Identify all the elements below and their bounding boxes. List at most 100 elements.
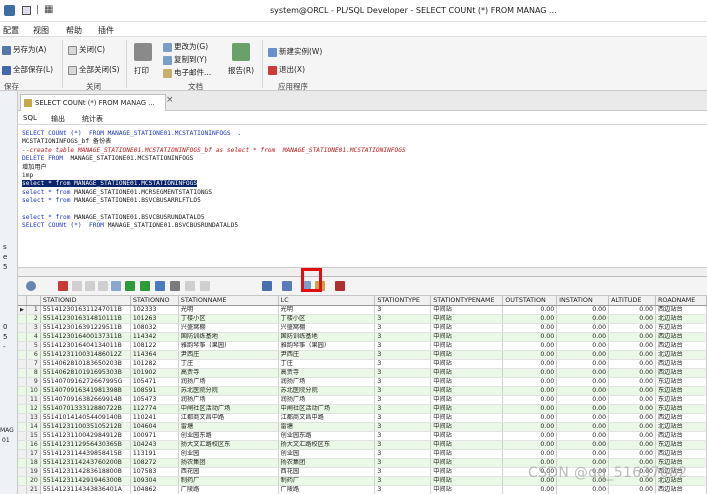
sql-editor[interactable]: SELECT COUNt (*) FROM MANAGE_STATIONE01.… — [18, 125, 707, 267]
table-cell[interactable]: 江都商文昌中路 — [278, 413, 376, 423]
table-cell[interactable]: 0.00 — [502, 440, 558, 450]
table-cell[interactable]: 扬农集团 — [278, 458, 376, 468]
row-selector[interactable] — [18, 332, 27, 342]
table-cell[interactable]: 0.00 — [556, 431, 610, 441]
table-cell[interactable]: 5514123112956430365B — [40, 440, 131, 450]
table-cell[interactable]: 114342 — [130, 332, 179, 342]
table-cell[interactable]: 5514062810183650203B — [40, 359, 131, 369]
table-cell[interactable]: 丁庄 — [278, 359, 376, 369]
table-cell[interactable]: 尹西庄 — [278, 350, 376, 360]
code-line[interactable]: SELECT COUNt (*) FROM MANAGE_STATIONE01.… — [22, 222, 238, 230]
fetch-next-icon[interactable] — [125, 281, 135, 291]
table-cell[interactable]: 中间站 — [430, 431, 504, 441]
table-row[interactable]: 5 5514123016404134011B 108122 雅韵琴筝（果园） 雅韵琴筝（… — [18, 341, 707, 351]
refresh-icon[interactable] — [155, 281, 165, 291]
table-cell[interactable]: 0.00 — [608, 395, 656, 405]
table-cell[interactable]: 0.00 — [556, 323, 610, 333]
table-row[interactable]: 11 5514070916382669914B 105473 润扬广场 润扬广场 3 中间站… — [18, 395, 707, 405]
print-button[interactable]: 打印 — [134, 65, 149, 76]
table-row[interactable]: 14 5514123110035105212B 104604 雷塘 雷塘 3 中间站 0.00… — [18, 422, 707, 432]
table-cell[interactable]: 113191 — [130, 449, 179, 459]
table-cell[interactable]: 润扬广场 — [178, 395, 279, 405]
table-cell[interactable]: 北边站台 — [655, 422, 707, 432]
table-cell[interactable]: 0.00 — [556, 386, 610, 396]
exit-button[interactable]: 退出(X) — [268, 64, 305, 75]
table-cell[interactable]: 5514123114291946300B — [40, 476, 131, 486]
table-cell[interactable]: 3 — [374, 323, 432, 333]
table-view-icon[interactable] — [335, 281, 345, 291]
row-selector[interactable] — [18, 386, 27, 396]
table-cell[interactable]: 3 — [374, 485, 432, 494]
table-cell[interactable]: 中间站 — [430, 350, 504, 360]
table-cell[interactable]: 广陵路 — [178, 485, 279, 494]
column-header[interactable]: STATIONTYPE — [374, 296, 432, 306]
table-cell[interactable]: 兴盛窝棚 — [178, 323, 279, 333]
row-selector[interactable] — [18, 467, 27, 477]
table-cell[interactable]: 0.00 — [608, 350, 656, 360]
row-selector[interactable] — [18, 449, 27, 459]
table-cell[interactable]: 3 — [374, 413, 432, 423]
table-cell[interactable]: 102333 — [130, 305, 179, 315]
table-cell[interactable]: 西边站台 — [655, 485, 707, 494]
table-cell[interactable]: 5514070133312880722B — [40, 404, 131, 414]
table-row[interactable]: 10 5514070916341981398B 108591 苏北医院分院 苏北医院分院… — [18, 386, 707, 396]
table-cell[interactable]: 0.00 — [556, 350, 610, 360]
row-selector[interactable] — [18, 377, 27, 387]
table-cell[interactable]: 中间站 — [430, 467, 504, 477]
table-cell[interactable]: 0.00 — [502, 323, 558, 333]
table-cell[interactable]: 110241 — [130, 413, 179, 423]
post-icon[interactable] — [98, 281, 108, 291]
table-cell[interactable]: 0.00 — [608, 341, 656, 351]
table-cell[interactable]: 0.00 — [556, 368, 610, 378]
table-row[interactable]: 6 5514123110031486012Z 114364 尹西庄 尹西庄 3 中间站 0.0… — [18, 350, 707, 360]
table-cell[interactable]: 0.00 — [502, 449, 558, 459]
table-cell[interactable]: 制药厂 — [278, 476, 376, 486]
add-row-icon[interactable] — [72, 281, 82, 291]
close-all-button[interactable]: 全部关闭(S) — [68, 64, 120, 75]
table-cell[interactable]: 3 — [374, 449, 432, 459]
table-cell[interactable]: 中间站 — [430, 440, 504, 450]
table-cell[interactable]: 扬大文汇路校区东 — [278, 440, 376, 450]
table-row[interactable]: 2 5514123016314810111B 101263 丁楼小区 丁楼小区 3 中间站 0… — [18, 314, 707, 324]
table-cell[interactable]: 0.00 — [502, 332, 558, 342]
table-cell[interactable]: 中间站 — [430, 386, 504, 396]
table-cell[interactable]: 东边站台 — [655, 377, 707, 387]
change-to-button[interactable]: 更改为(G) — [163, 41, 208, 52]
table-cell[interactable]: 3 — [374, 458, 432, 468]
clear-icon[interactable] — [185, 281, 195, 291]
table-cell[interactable]: 润扬广场 — [278, 377, 376, 387]
table-cell[interactable]: 丁楼小区 — [178, 314, 279, 324]
table-cell[interactable]: 0.00 — [608, 440, 656, 450]
table-cell[interactable]: 东边站台 — [655, 440, 707, 450]
table-cell[interactable]: 0.00 — [556, 422, 610, 432]
table-cell[interactable]: 3 — [374, 359, 432, 369]
column-header[interactable]: ROADNAME — [655, 296, 707, 306]
table-cell[interactable]: 101263 — [130, 314, 179, 324]
table-cell[interactable]: 0.00 — [556, 395, 610, 405]
table-cell[interactable]: 国防训练基地 — [278, 332, 376, 342]
table-cell[interactable]: 0.00 — [608, 332, 656, 342]
column-header[interactable]: STATIONNAME — [178, 296, 279, 306]
row-selector[interactable] — [18, 458, 27, 468]
table-cell[interactable]: 3 — [374, 305, 432, 315]
table-cell[interactable]: 润扬广场 — [178, 377, 279, 387]
table-cell[interactable]: 创业园东路 — [278, 431, 376, 441]
table-cell[interactable]: 西边站台 — [655, 449, 707, 459]
table-cell[interactable]: 扬大文汇路校区东 — [178, 440, 279, 450]
table-cell[interactable]: 0.00 — [502, 350, 558, 360]
table-cell[interactable]: 0.00 — [556, 404, 610, 414]
table-cell[interactable]: 0.00 — [502, 314, 558, 324]
table-cell[interactable]: 0.00 — [502, 404, 558, 414]
table-cell[interactable]: 西边站台 — [655, 431, 707, 441]
table-cell[interactable]: 雅韵琴筝（果园） — [178, 341, 279, 351]
table-cell[interactable]: 3 — [374, 395, 432, 405]
table-cell[interactable]: 中间站 — [430, 377, 504, 387]
close-tab-icon[interactable]: × — [166, 95, 174, 105]
code-line[interactable]: select * from MANAGE_STATIONE01.MCSTATIO… — [22, 180, 198, 188]
table-cell[interactable]: 3 — [374, 377, 432, 387]
table-row[interactable]: 21 5514123114343836401A 104862 广陵路 广陵路 3 中间站 0.… — [18, 485, 707, 494]
table-cell[interactable]: 西边站台 — [655, 368, 707, 378]
table-cell[interactable]: 0.00 — [556, 485, 610, 494]
table-cell[interactable]: 5514123016314810111B — [40, 314, 131, 324]
code-line[interactable]: --create table MANAGE_STATIONE01.MCSTATI… — [22, 147, 406, 155]
